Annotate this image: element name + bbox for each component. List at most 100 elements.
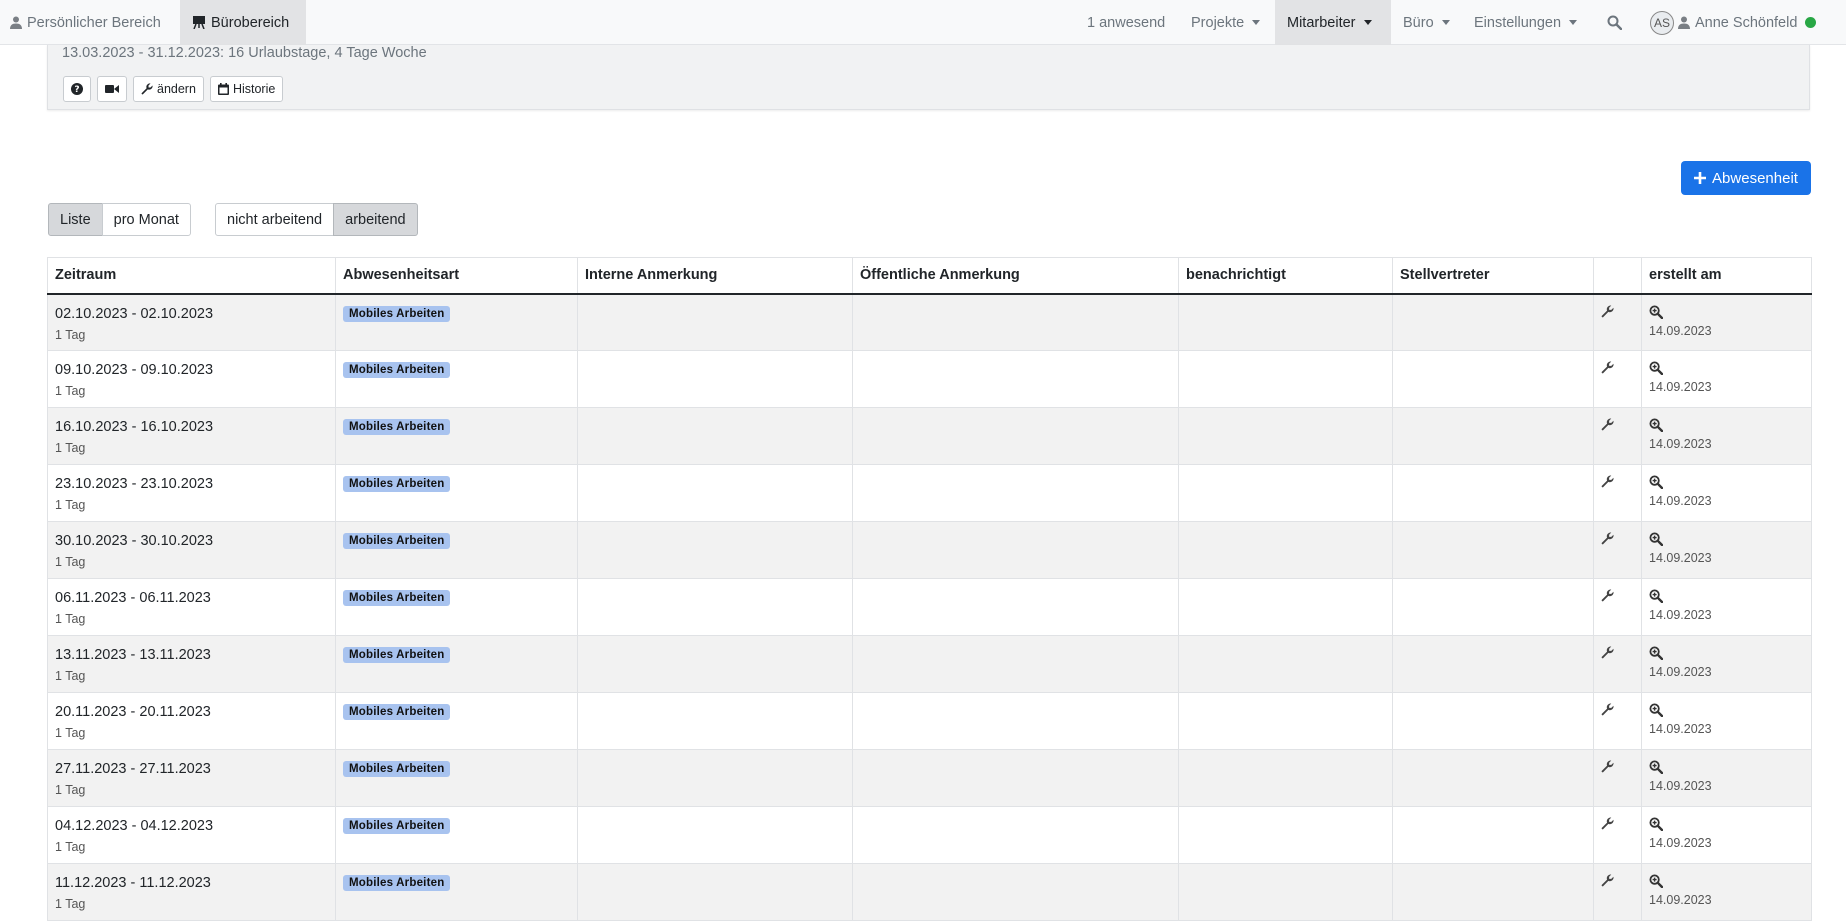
table-row: 09.10.2023 - 09.10.2023 1 Tag Mobiles Arbe…	[47, 350, 1812, 408]
cell-internal-note	[577, 293, 853, 351]
cell-substitute	[1392, 407, 1594, 465]
header-type[interactable]: Abwesenheitsart	[335, 257, 578, 295]
cell-actions	[1593, 578, 1642, 636]
wrench-icon[interactable]	[1601, 418, 1634, 431]
period-range: 06.11.2023 - 06.11.2023	[55, 590, 211, 606]
period-duration: 1 Tag	[55, 441, 86, 455]
edit-button[interactable]: ändern	[133, 76, 204, 102]
header-created[interactable]: erstellt am	[1641, 257, 1812, 295]
cell-type: Mobiles Arbeiten	[335, 806, 578, 864]
nav-office-area[interactable]: Bürobereich	[180, 0, 306, 45]
nav-office-dropdown[interactable]: Büro	[1403, 0, 1450, 45]
zoom-in-icon[interactable]	[1649, 418, 1804, 432]
help-button[interactable]: ?	[63, 76, 91, 102]
cell-internal-note	[577, 692, 853, 750]
cell-created: 14.09.2023	[1641, 749, 1812, 807]
history-button[interactable]: Historie	[209, 76, 284, 102]
cell-type: Mobiles Arbeiten	[335, 749, 578, 807]
view-per-month-button[interactable]: pro Monat	[101, 203, 191, 236]
cell-notified	[1178, 806, 1393, 864]
wrench-icon[interactable]	[1601, 304, 1634, 318]
chevron-down-icon	[1252, 20, 1261, 25]
cell-created: 14.09.2023	[1641, 578, 1812, 636]
zoom-in-icon[interactable]	[1649, 305, 1804, 319]
zoom-in-icon[interactable]	[1649, 817, 1804, 831]
absence-type-badge: Mobiles Arbeiten	[343, 875, 451, 891]
nav-office-area-label: Bürobereich	[211, 14, 290, 31]
cell-period: 04.12.2023 - 04.12.2023 1 Tag	[47, 806, 336, 864]
created-date: 14.09.2023	[1649, 323, 1712, 338]
cell-substitute	[1392, 692, 1594, 750]
not-working-button[interactable]: nicht arbeitend	[215, 203, 335, 236]
created-date: 14.09.2023	[1649, 893, 1712, 907]
wrench-icon[interactable]	[1601, 874, 1634, 887]
cell-type: Mobiles Arbeiten	[335, 863, 578, 921]
cell-period: 09.10.2023 - 09.10.2023 1 Tag	[47, 350, 336, 408]
cell-actions	[1593, 863, 1642, 921]
wrench-icon[interactable]	[1601, 760, 1634, 773]
wrench-icon[interactable]	[1601, 475, 1634, 488]
cell-actions	[1593, 692, 1642, 750]
cell-type: Mobiles Arbeiten	[335, 464, 578, 522]
zoom-in-icon[interactable]	[1649, 361, 1804, 375]
cell-public-note	[852, 635, 1179, 693]
nav-settings-dropdown[interactable]: Einstellungen	[1474, 0, 1578, 45]
table-row: 06.11.2023 - 06.11.2023 1 Tag Mobiles Arbe…	[47, 578, 1812, 636]
header-substitute[interactable]: Stellvertreter	[1392, 257, 1594, 295]
cell-actions	[1593, 521, 1642, 579]
zoom-in-icon[interactable]	[1649, 589, 1804, 603]
period-range: 16.10.2023 - 16.10.2023	[55, 419, 214, 435]
online-status-dot	[1805, 17, 1817, 28]
nav-search[interactable]	[1607, 0, 1622, 45]
nav-user-menu[interactable]: AS Anne Schönfeld	[1650, 0, 1817, 45]
wrench-icon[interactable]	[1601, 589, 1634, 602]
working-button[interactable]: arbeitend	[333, 203, 418, 236]
wrench-icon[interactable]	[1601, 361, 1634, 374]
header-public-note[interactable]: Öffentliche Anmerkung	[852, 257, 1179, 295]
period-duration: 1 Tag	[55, 384, 86, 398]
absence-type-badge: Mobiles Arbeiten	[343, 362, 451, 378]
created-date: 14.09.2023	[1649, 722, 1712, 736]
cell-internal-note	[577, 578, 853, 636]
nav-projects-dropdown[interactable]: Projekte	[1191, 0, 1261, 45]
zoom-in-icon[interactable]	[1649, 703, 1804, 717]
period-range: 13.11.2023 - 13.11.2023	[55, 647, 211, 663]
period-duration: 1 Tag	[55, 840, 86, 854]
nav-personal-area[interactable]: Persönlicher Bereich	[8, 0, 163, 45]
cell-period: 23.10.2023 - 23.10.2023 1 Tag	[47, 464, 336, 522]
cell-substitute	[1392, 521, 1594, 579]
cell-internal-note	[577, 635, 853, 693]
edit-button-label: ändern	[157, 82, 196, 96]
nav-present-count[interactable]: 1 anwesend	[1087, 0, 1165, 45]
period-range: 30.10.2023 - 30.10.2023	[55, 533, 214, 549]
wrench-icon[interactable]	[1601, 817, 1634, 830]
period-duration: 1 Tag	[55, 726, 86, 740]
created-date: 14.09.2023	[1649, 380, 1712, 394]
wrench-icon[interactable]	[1601, 532, 1634, 545]
period-range: 04.12.2023 - 04.12.2023	[55, 818, 214, 834]
wrench-icon[interactable]	[1601, 646, 1634, 659]
header-period[interactable]: Zeitraum	[47, 257, 336, 295]
wrench-icon[interactable]	[1601, 703, 1634, 716]
header-internal-note[interactable]: Interne Anmerkung	[577, 257, 853, 295]
zoom-in-icon[interactable]	[1649, 760, 1804, 774]
view-list-button[interactable]: Liste	[48, 203, 103, 236]
zoom-in-icon[interactable]	[1649, 532, 1804, 546]
absence-type-badge: Mobiles Arbeiten	[343, 590, 451, 606]
wrench-icon	[141, 83, 153, 95]
user-icon	[10, 16, 22, 29]
video-button[interactable]	[97, 76, 127, 102]
cell-period: 16.10.2023 - 16.10.2023 1 Tag	[47, 407, 336, 465]
zoom-in-icon[interactable]	[1649, 475, 1804, 489]
cell-created: 14.09.2023	[1641, 407, 1812, 465]
cell-substitute	[1392, 464, 1594, 522]
add-absence-button[interactable]: Abwesenheit	[1681, 161, 1811, 195]
cell-period: 30.10.2023 - 30.10.2023 1 Tag	[47, 521, 336, 579]
nav-personal-label: Persönlicher Bereich	[27, 14, 161, 31]
svg-text:?: ?	[74, 85, 79, 95]
zoom-in-icon[interactable]	[1649, 646, 1804, 660]
nav-employees-dropdown[interactable]: Mitarbeiter	[1275, 0, 1391, 45]
created-date: 14.09.2023	[1649, 836, 1712, 850]
cell-internal-note	[577, 464, 853, 522]
header-notified[interactable]: benachrichtigt	[1178, 257, 1393, 295]
